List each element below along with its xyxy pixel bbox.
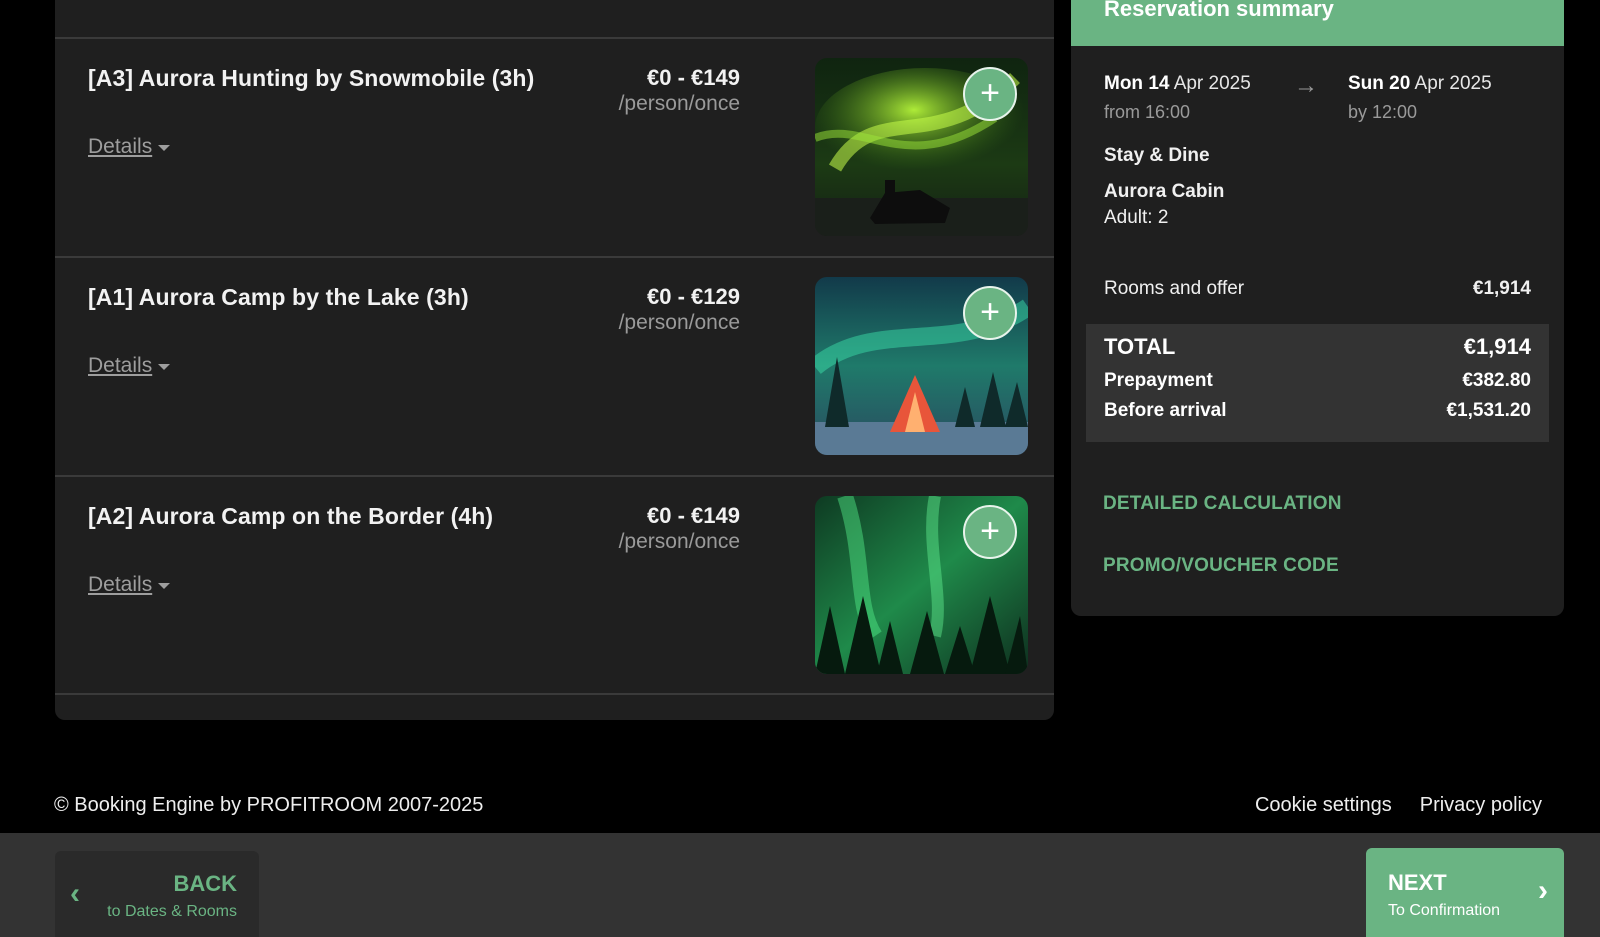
promo-code-link[interactable]: PROMO/VOUCHER CODE [1103, 555, 1339, 577]
summary-header: Reservation summary [1071, 0, 1564, 46]
summary-title: Reservation summary [1104, 0, 1334, 21]
room-name: Aurora Cabin [1104, 181, 1225, 202]
before-arrival-row: Before arrival €1,531.20 [1104, 400, 1531, 422]
prepayment-row: Prepayment €382.80 [1104, 370, 1531, 392]
price-unit: /person/once [618, 530, 740, 553]
details-label: Details [88, 354, 153, 377]
add-offer-button[interactable]: + [963, 286, 1017, 340]
caret-down-icon [158, 364, 171, 370]
plus-icon: + [980, 292, 1000, 331]
detailed-calculation-link[interactable]: DETAILED CALCULATION [1103, 493, 1342, 515]
total-row: TOTAL €1,914 [1104, 334, 1531, 360]
footer-links: Cookie settings Privacy policy [1255, 794, 1542, 817]
offer-item: [A1] Aurora Camp by the Lake (3h) €0 - €… [55, 256, 1054, 474]
before-arrival-label: Before arrival [1104, 400, 1227, 421]
rooms-offer-label: Rooms and offer [1104, 278, 1245, 299]
offer-item: [A3] Aurora Hunting by Snowmobile (3h) €… [55, 37, 1054, 255]
chevron-left-icon: ‹ [70, 877, 80, 910]
chevron-right-icon: › [1538, 874, 1548, 907]
offer-price: €0 - €129 /person/once [619, 284, 740, 336]
next-label: NEXT [1388, 870, 1447, 895]
guest-count: Adult: 2 [1104, 207, 1169, 228]
add-offer-button[interactable]: + [963, 67, 1017, 121]
next-sublabel: To Confirmation [1388, 902, 1501, 919]
price-unit: /person/once [618, 311, 740, 334]
rooms-offer-value: €1,914 [1472, 278, 1531, 299]
copyright: © Booking Engine by PROFITROOM 2007-2025 [54, 794, 484, 816]
price-range: €0 - €149 [647, 503, 740, 528]
plus-icon: + [980, 511, 1000, 550]
offer-title: [A2] Aurora Camp on the Border (4h) [88, 503, 494, 529]
caret-down-icon [158, 583, 171, 589]
total-value: €1,914 [1463, 334, 1531, 359]
price-unit: /person/once [618, 92, 740, 115]
total-label: TOTAL [1104, 334, 1176, 359]
checkout-month: Apr 2025 [1414, 73, 1492, 94]
before-arrival-value: €1,531.20 [1446, 400, 1531, 421]
details-label: Details [88, 135, 153, 158]
details-label: Details [88, 573, 153, 596]
offer-title: [A1] Aurora Camp by the Lake (3h) [88, 284, 469, 310]
checkin-date: Mon 14 Apr 2025 from 16:00 [1104, 70, 1251, 126]
arrow-right-icon: → [1294, 72, 1318, 99]
offer-price: €0 - €149 /person/once [619, 503, 740, 555]
back-sublabel: to Dates & Rooms [107, 903, 237, 920]
price-range: €0 - €129 [647, 284, 740, 309]
details-toggle[interactable]: Details [88, 354, 171, 378]
offers-list: [A3] Aurora Hunting by Snowmobile (3h) €… [55, 0, 1054, 720]
add-offer-button[interactable]: + [963, 505, 1017, 559]
checkout-time: by 12:00 [1348, 102, 1418, 122]
checkin-day: Mon 14 [1104, 73, 1170, 94]
caret-down-icon [158, 145, 171, 151]
details-toggle[interactable]: Details [88, 135, 171, 159]
booking-page: [A3] Aurora Hunting by Snowmobile (3h) €… [0, 0, 1600, 937]
details-toggle[interactable]: Details [88, 573, 171, 597]
offer-price: €0 - €149 /person/once [619, 65, 740, 117]
offer-item: [A2] Aurora Camp on the Border (4h) €0 -… [55, 475, 1054, 693]
divider [55, 693, 1054, 695]
cookie-settings-link[interactable]: Cookie settings [1255, 794, 1392, 817]
next-button[interactable]: NEXT To Confirmation › [1366, 848, 1564, 937]
prepayment-value: €382.80 [1462, 370, 1531, 391]
package-name: Stay & Dine [1104, 145, 1210, 166]
checkin-time: from 16:00 [1104, 102, 1191, 122]
back-button[interactable]: ‹ BACK to Dates & Rooms [55, 851, 259, 937]
back-label: BACK [173, 871, 237, 896]
total-box: TOTAL €1,914 Prepayment €382.80 Before a… [1086, 324, 1549, 442]
checkout-day: Sun 20 [1348, 73, 1411, 94]
bottom-nav: ‹ BACK to Dates & Rooms NEXT To Confirma… [0, 833, 1600, 937]
rooms-offer-row: Rooms and offer €1,914 [1104, 278, 1531, 300]
checkin-month: Apr 2025 [1173, 73, 1251, 94]
checkout-date: Sun 20 Apr 2025 by 12:00 [1348, 70, 1492, 126]
privacy-policy-link[interactable]: Privacy policy [1420, 794, 1542, 817]
offer-title: [A3] Aurora Hunting by Snowmobile (3h) [88, 65, 535, 91]
plus-icon: + [980, 73, 1000, 112]
reservation-summary: Reservation summary Mon 14 Apr 2025 from… [1071, 0, 1564, 616]
price-range: €0 - €149 [647, 65, 740, 90]
prepayment-label: Prepayment [1104, 370, 1213, 391]
